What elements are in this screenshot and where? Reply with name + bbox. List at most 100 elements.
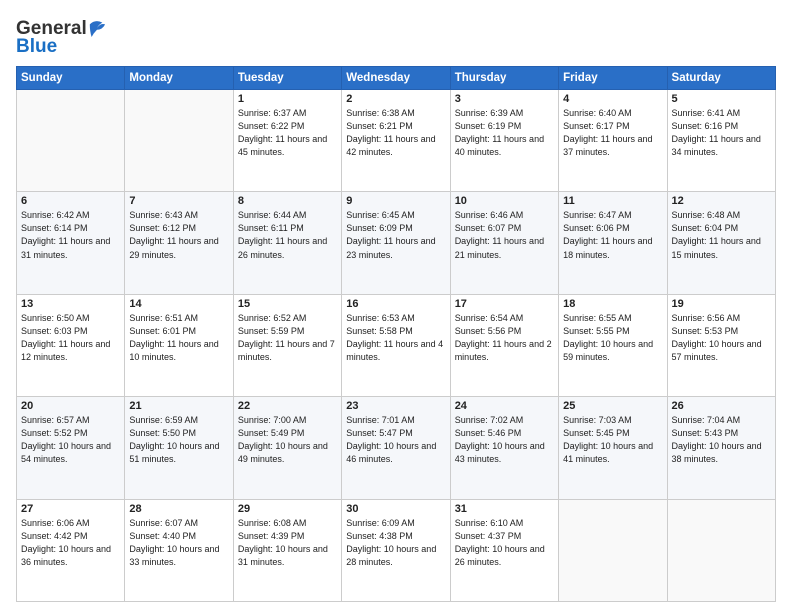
weekday-header-sunday: Sunday xyxy=(17,67,125,90)
day-number: 16 xyxy=(346,298,445,310)
day-info: Sunrise: 6:50 AMSunset: 6:03 PMDaylight:… xyxy=(21,312,120,364)
calendar-cell: 30 Sunrise: 6:09 AMSunset: 4:38 PMDayligh… xyxy=(342,499,450,601)
page: General Blue SundayMondayTuesdayWednesda… xyxy=(0,0,792,612)
day-info: Sunrise: 6:59 AMSunset: 5:50 PMDaylight:… xyxy=(129,414,228,466)
day-number: 19 xyxy=(672,298,771,310)
calendar-cell: 9 Sunrise: 6:45 AMSunset: 6:09 PMDaylight… xyxy=(342,192,450,294)
day-info: Sunrise: 6:10 AMSunset: 4:37 PMDaylight:… xyxy=(455,517,554,569)
day-info: Sunrise: 7:00 AMSunset: 5:49 PMDaylight:… xyxy=(238,414,337,466)
day-info: Sunrise: 6:45 AMSunset: 6:09 PMDaylight:… xyxy=(346,209,445,261)
day-info: Sunrise: 6:37 AMSunset: 6:22 PMDaylight:… xyxy=(238,107,337,159)
calendar-cell: 27 Sunrise: 6:06 AMSunset: 4:42 PMDayligh… xyxy=(17,499,125,601)
calendar-week-4: 20 Sunrise: 6:57 AMSunset: 5:52 PMDayligh… xyxy=(17,397,776,499)
day-info: Sunrise: 6:52 AMSunset: 5:59 PMDaylight:… xyxy=(238,312,337,364)
day-info: Sunrise: 6:54 AMSunset: 5:56 PMDaylight:… xyxy=(455,312,554,364)
weekday-header-wednesday: Wednesday xyxy=(342,67,450,90)
day-info: Sunrise: 6:40 AMSunset: 6:17 PMDaylight:… xyxy=(563,107,662,159)
day-number: 20 xyxy=(21,400,120,412)
calendar-cell: 8Sunrise: 6:44 AMSunset: 6:11 PMDaylight… xyxy=(233,192,341,294)
day-info: Sunrise: 6:46 AMSunset: 6:07 PMDaylight:… xyxy=(455,209,554,261)
logo-bird-icon xyxy=(88,17,106,39)
day-info: Sunrise: 6:55 AMSunset: 5:55 PMDaylight:… xyxy=(563,312,662,364)
calendar-cell: 14Sunrise: 6:51 AMSunset: 6:01 PMDayligh… xyxy=(125,294,233,396)
calendar-cell xyxy=(667,499,775,601)
day-number: 30 xyxy=(346,503,445,515)
calendar-cell: 25 Sunrise: 7:03 AMSunset: 5:45 PMDayligh… xyxy=(559,397,667,499)
day-info: Sunrise: 6:38 AMSunset: 6:21 PMDaylight:… xyxy=(346,107,445,159)
calendar-table: SundayMondayTuesdayWednesdayThursdayFrid… xyxy=(16,66,776,602)
day-info: Sunrise: 6:47 AMSunset: 6:06 PMDaylight:… xyxy=(563,209,662,261)
calendar-cell xyxy=(125,90,233,192)
day-info: Sunrise: 6:41 AMSunset: 6:16 PMDaylight:… xyxy=(672,107,771,159)
calendar-cell: 31Sunrise: 6:10 AMSunset: 4:37 PMDayligh… xyxy=(450,499,558,601)
day-number: 1 xyxy=(238,93,337,105)
day-info: Sunrise: 6:08 AMSunset: 4:39 PMDaylight:… xyxy=(238,517,337,569)
calendar-cell: 22 Sunrise: 7:00 AMSunset: 5:49 PMDayligh… xyxy=(233,397,341,499)
header: General Blue xyxy=(16,14,776,58)
day-number: 21 xyxy=(129,400,228,412)
calendar-cell: 16 Sunrise: 6:53 AMSunset: 5:58 PMDayligh… xyxy=(342,294,450,396)
day-number: 18 xyxy=(563,298,662,310)
calendar-week-3: 13 Sunrise: 6:50 AMSunset: 6:03 PMDayligh… xyxy=(17,294,776,396)
calendar-cell: 24Sunrise: 7:02 AMSunset: 5:46 PMDayligh… xyxy=(450,397,558,499)
calendar-cell: 12 Sunrise: 6:48 AMSunset: 6:04 PMDayligh… xyxy=(667,192,775,294)
day-number: 25 xyxy=(563,400,662,412)
calendar-cell: 21 Sunrise: 6:59 AMSunset: 5:50 PMDayligh… xyxy=(125,397,233,499)
calendar-cell: 17 Sunrise: 6:54 AMSunset: 5:56 PMDayligh… xyxy=(450,294,558,396)
calendar-cell: 6 Sunrise: 6:42 AMSunset: 6:14 PMDaylight… xyxy=(17,192,125,294)
calendar-cell: 13 Sunrise: 6:50 AMSunset: 6:03 PMDayligh… xyxy=(17,294,125,396)
day-info: Sunrise: 7:02 AMSunset: 5:46 PMDaylight:… xyxy=(455,414,554,466)
day-number: 6 xyxy=(21,195,120,207)
day-info: Sunrise: 6:43 AMSunset: 6:12 PMDaylight:… xyxy=(129,209,228,261)
calendar-cell: 20 Sunrise: 6:57 AMSunset: 5:52 PMDayligh… xyxy=(17,397,125,499)
day-info: Sunrise: 6:48 AMSunset: 6:04 PMDaylight:… xyxy=(672,209,771,261)
weekday-header-thursday: Thursday xyxy=(450,67,558,90)
day-info: Sunrise: 7:04 AMSunset: 5:43 PMDaylight:… xyxy=(672,414,771,466)
calendar-cell: 29 Sunrise: 6:08 AMSunset: 4:39 PMDayligh… xyxy=(233,499,341,601)
day-info: Sunrise: 6:44 AMSunset: 6:11 PMDaylight:… xyxy=(238,209,337,261)
day-number: 10 xyxy=(455,195,554,207)
day-info: Sunrise: 6:42 AMSunset: 6:14 PMDaylight:… xyxy=(21,209,120,261)
day-number: 13 xyxy=(21,298,120,310)
calendar-week-2: 6 Sunrise: 6:42 AMSunset: 6:14 PMDaylight… xyxy=(17,192,776,294)
calendar-cell: 26 Sunrise: 7:04 AMSunset: 5:43 PMDayligh… xyxy=(667,397,775,499)
weekday-header-friday: Friday xyxy=(559,67,667,90)
day-info: Sunrise: 7:01 AMSunset: 5:47 PMDaylight:… xyxy=(346,414,445,466)
day-number: 28 xyxy=(129,503,228,515)
day-info: Sunrise: 6:07 AMSunset: 4:40 PMDaylight:… xyxy=(129,517,228,569)
calendar-cell: 3Sunrise: 6:39 AMSunset: 6:19 PMDaylight… xyxy=(450,90,558,192)
day-number: 12 xyxy=(672,195,771,207)
calendar-week-1: 1 Sunrise: 6:37 AMSunset: 6:22 PMDaylight… xyxy=(17,90,776,192)
day-info: Sunrise: 6:53 AMSunset: 5:58 PMDaylight:… xyxy=(346,312,445,364)
day-number: 17 xyxy=(455,298,554,310)
day-info: Sunrise: 6:09 AMSunset: 4:38 PMDaylight:… xyxy=(346,517,445,569)
day-info: Sunrise: 6:57 AMSunset: 5:52 PMDaylight:… xyxy=(21,414,120,466)
calendar-cell: 2 Sunrise: 6:38 AMSunset: 6:21 PMDaylight… xyxy=(342,90,450,192)
calendar-cell xyxy=(17,90,125,192)
day-number: 27 xyxy=(21,503,120,515)
day-number: 15 xyxy=(238,298,337,310)
calendar-cell: 19 Sunrise: 6:56 AMSunset: 5:53 PMDayligh… xyxy=(667,294,775,396)
day-number: 29 xyxy=(238,503,337,515)
calendar-cell: 7Sunrise: 6:43 AMSunset: 6:12 PMDaylight… xyxy=(125,192,233,294)
day-number: 26 xyxy=(672,400,771,412)
calendar-cell: 28 Sunrise: 6:07 AMSunset: 4:40 PMDayligh… xyxy=(125,499,233,601)
weekday-header-saturday: Saturday xyxy=(667,67,775,90)
calendar-cell: 18 Sunrise: 6:55 AMSunset: 5:55 PMDayligh… xyxy=(559,294,667,396)
day-info: Sunrise: 6:56 AMSunset: 5:53 PMDaylight:… xyxy=(672,312,771,364)
day-info: Sunrise: 6:39 AMSunset: 6:19 PMDaylight:… xyxy=(455,107,554,159)
day-number: 14 xyxy=(129,298,228,310)
calendar-cell: 5Sunrise: 6:41 AMSunset: 6:16 PMDaylight… xyxy=(667,90,775,192)
day-number: 9 xyxy=(346,195,445,207)
calendar-cell: 1 Sunrise: 6:37 AMSunset: 6:22 PMDaylight… xyxy=(233,90,341,192)
day-info: Sunrise: 7:03 AMSunset: 5:45 PMDaylight:… xyxy=(563,414,662,466)
day-number: 11 xyxy=(563,195,662,207)
day-number: 2 xyxy=(346,93,445,105)
weekday-header-monday: Monday xyxy=(125,67,233,90)
calendar-cell: 15 Sunrise: 6:52 AMSunset: 5:59 PMDayligh… xyxy=(233,294,341,396)
calendar-week-5: 27 Sunrise: 6:06 AMSunset: 4:42 PMDayligh… xyxy=(17,499,776,601)
day-info: Sunrise: 6:06 AMSunset: 4:42 PMDaylight:… xyxy=(21,517,120,569)
logo: General Blue xyxy=(16,18,106,58)
day-number: 22 xyxy=(238,400,337,412)
calendar-cell: 10 Sunrise: 6:46 AMSunset: 6:07 PMDayligh… xyxy=(450,192,558,294)
